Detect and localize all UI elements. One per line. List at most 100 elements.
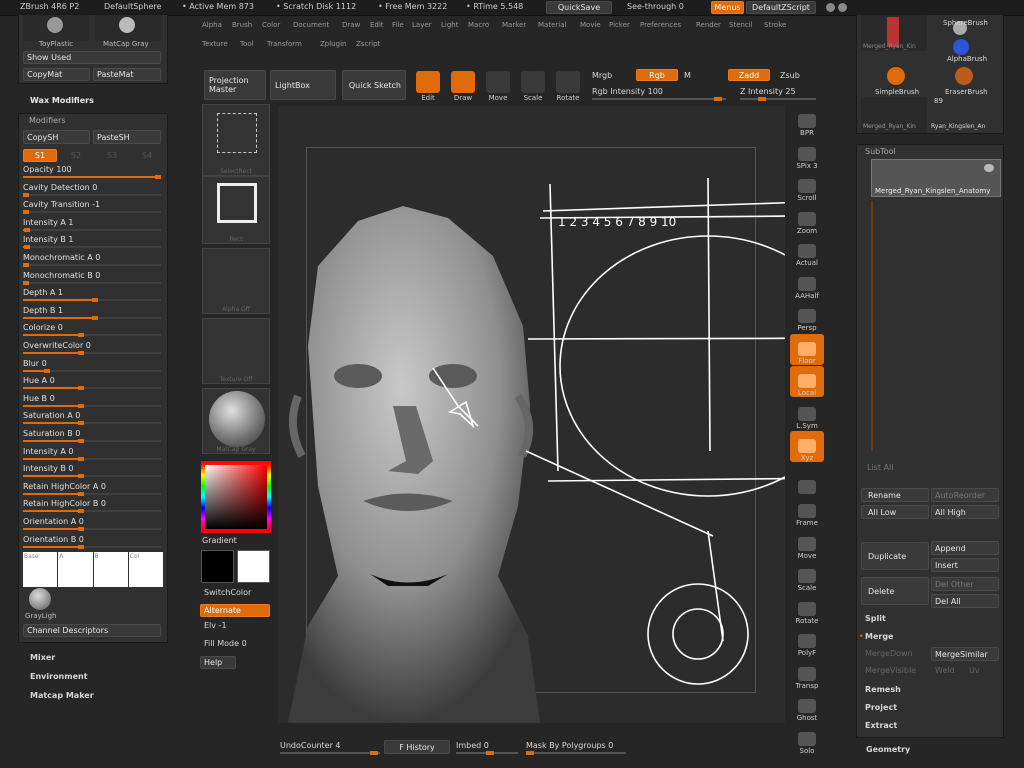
menu-brush[interactable]: Brush [232,21,252,29]
modifier-slider[interactable]: Monochromatic A 0 [19,252,169,269]
subtool-item-active[interactable]: Merged_Ryan_Kingslen_Anatomy [871,159,1001,197]
modifier-slider-handle[interactable] [23,192,29,197]
remesh-header[interactable]: Remesh [865,685,901,694]
menu-picker[interactable]: Picker [609,21,630,29]
modifier-slider-track[interactable] [23,192,161,197]
right-tool-floor[interactable]: Floor [790,333,824,365]
subtool-header[interactable]: SubTool [865,147,896,156]
split-header[interactable]: Split [865,614,886,623]
mask-by-polygroups-slider[interactable]: Mask By Polygroups 0 [526,741,613,750]
copy-mat-button[interactable]: CopyMat [23,68,90,81]
modifier-slider-track[interactable] [23,474,161,479]
imbed-slider[interactable]: Imbed 0 [456,741,489,750]
menu-stencil[interactable]: Stencil [729,21,753,29]
graylight-sphere-icon[interactable] [29,588,51,610]
modifier-slider[interactable]: Cavity Detection 0 [19,182,169,199]
modifier-slider[interactable]: Intensity B 1 [19,234,169,251]
material-thumb-toyplastic[interactable] [23,15,89,41]
material-thumb-matcap[interactable] [95,15,161,41]
modifier-slider-handle[interactable] [78,456,85,461]
delete-button[interactable]: Delete [861,577,929,605]
mrgb-button[interactable]: Mrgb [592,71,612,80]
del-other-button[interactable]: Del Other [931,577,999,591]
modifier-slider[interactable]: Orientation B 0 [19,534,169,551]
paste-mat-button[interactable]: PasteMat [93,68,161,81]
geometry-header[interactable]: Geometry [866,745,910,754]
menu-texture[interactable]: Texture [202,40,228,48]
draw-tool[interactable]: Draw [448,68,478,102]
move-tool[interactable]: Move [483,68,513,102]
all-high-button[interactable]: All High [931,505,999,519]
quick-sketch-button[interactable]: Quick Sketch [342,70,406,100]
modifier-slider-handle[interactable] [78,403,85,408]
help-circle-icon[interactable] [826,3,835,12]
main-color-swatch[interactable] [201,550,234,583]
uv-button[interactable]: Uv [969,666,980,675]
right-tool-polyf[interactable]: PolyF [790,626,824,657]
modifier-slider-handle[interactable] [155,175,161,179]
show-used-button[interactable]: Show Used [23,51,161,64]
scale-tool[interactable]: Scale [518,68,548,102]
default-zscript-button[interactable]: DefaultZScript [746,1,816,14]
modifier-slider[interactable]: Opacity 100 [19,164,169,181]
right-tool-zoom[interactable]: Zoom [790,204,824,235]
modifier-slider-track[interactable] [23,245,161,250]
right-tool-scale[interactable]: Scale [790,561,824,592]
menu-tool[interactable]: Tool [240,40,254,48]
modifier-slider-handle[interactable] [24,245,31,250]
simple-brush-icon[interactable] [887,67,905,85]
modifier-slider[interactable]: Depth B 1 [19,305,169,322]
weld-button[interactable]: Weld [935,666,955,675]
rgb-intensity-slider[interactable]: Rgb Intensity 100 [592,87,663,96]
right-tool-scroll[interactable]: Scroll [790,171,824,202]
modifier-slider-track[interactable] [23,421,161,426]
modifier-slider[interactable]: Hue B 0 [19,393,169,410]
elv-slider[interactable]: Elv -1 [204,621,227,630]
undo-handle[interactable] [370,751,378,755]
menu-light[interactable]: Light [441,21,458,29]
modifier-slider[interactable]: Orientation A 0 [19,516,169,533]
right-tool-transp[interactable]: Transp [790,659,824,690]
z-intensity-slider[interactable]: Z Intensity 25 [740,87,796,96]
see-through-slider[interactable]: See-through 0 [627,2,684,11]
menu-preferences[interactable]: Preferences [640,21,681,29]
modifier-slider-track[interactable] [23,175,161,179]
modifier-slider-handle[interactable] [78,333,85,338]
modifier-slider[interactable]: Intensity A 1 [19,217,169,234]
edit-tool[interactable]: Edit [413,68,443,102]
merge-down-button[interactable]: MergeDown [865,649,913,658]
alpha-slot[interactable]: Alpha Off [202,248,270,314]
modifier-slider-handle[interactable] [78,509,85,514]
merge-header[interactable]: Merge [865,632,893,641]
modifier-slider-track[interactable] [23,509,161,514]
modifier-slider-handle[interactable] [78,351,85,355]
modifier-slider[interactable]: Colorize 0 [19,322,169,339]
menu-macro[interactable]: Macro [468,21,489,29]
z-intensity-track[interactable] [740,97,816,101]
modifier-slider-track[interactable] [23,368,161,373]
modifier-slider-track[interactable] [23,333,161,338]
gradient-label[interactable]: Gradient [202,536,237,545]
modifier-slider-handle[interactable] [78,491,85,496]
help-button[interactable]: Help [200,656,236,669]
modifier-slider-track[interactable] [23,527,161,531]
right-tool-xyz[interactable]: Xyz [790,431,824,462]
eye-icon[interactable] [984,164,994,172]
right-tool-blank[interactable] [790,464,824,495]
modifier-slider-track[interactable] [23,315,161,320]
mask-polygroups-track[interactable] [526,751,626,755]
menu-file[interactable]: File [392,21,404,29]
modifier-slider-handle[interactable] [78,421,85,426]
menu-stroke[interactable]: Stroke [764,21,786,29]
modifier-slider[interactable]: Depth A 1 [19,287,169,304]
menu-edit[interactable]: Edit [370,21,384,29]
right-tool-persp[interactable]: Persp [790,301,824,332]
right-tool-move[interactable]: Move [790,529,824,560]
modifier-slider[interactable]: Cavity Transition -1 [19,199,169,216]
modifier-slider-track[interactable] [23,298,161,303]
modifier-slider[interactable]: Intensity A 0 [19,446,169,463]
modifier-slider-track[interactable] [23,456,161,461]
switch-color-button[interactable]: SwitchColor [204,588,251,597]
s4-button[interactable]: S4 [131,149,163,162]
history-button[interactable]: F History [384,740,450,754]
